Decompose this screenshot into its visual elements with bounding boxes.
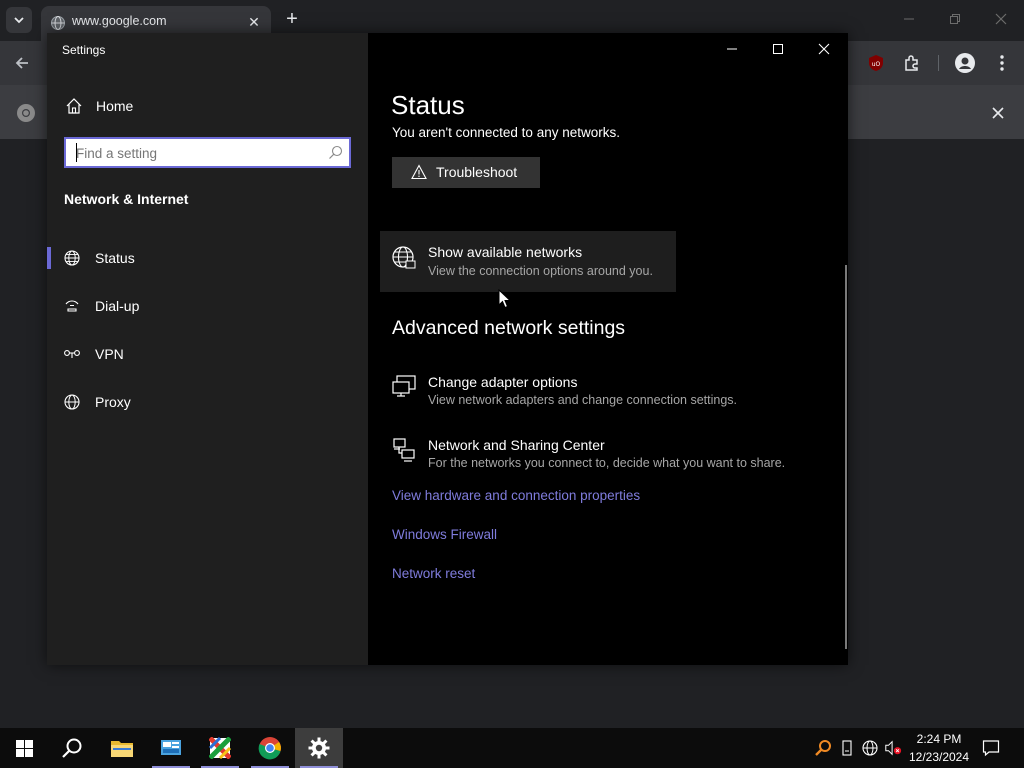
settings-window: Settings Home Network & Internet Status … bbox=[47, 33, 848, 665]
sidebar-item-label: VPN bbox=[95, 346, 124, 362]
change-adapter-subtitle: View network adapters and change connect… bbox=[428, 393, 737, 407]
chrome-logo-icon bbox=[14, 101, 38, 125]
troubleshoot-button[interactable]: Troubleshoot bbox=[392, 157, 540, 188]
home-label: Home bbox=[96, 98, 134, 114]
home-icon bbox=[66, 98, 82, 114]
show-networks-item[interactable]: Show available networks View the connect… bbox=[380, 231, 676, 292]
sidebar-item-label: Status bbox=[95, 250, 135, 266]
start-button[interactable] bbox=[0, 728, 48, 768]
browser-close-icon[interactable] bbox=[990, 8, 1012, 30]
hardware-properties-link[interactable]: View hardware and connection properties bbox=[392, 488, 640, 503]
adapter-monitor-icon bbox=[392, 375, 416, 397]
text-caret bbox=[76, 143, 77, 162]
mouse-cursor-icon bbox=[498, 289, 512, 309]
advanced-settings-heading: Advanced network settings bbox=[392, 317, 626, 339]
settings-taskbar-button[interactable] bbox=[295, 728, 343, 768]
control-panel-icon bbox=[161, 740, 181, 755]
page-title: Status bbox=[391, 90, 465, 120]
colorful-x-app-icon bbox=[209, 737, 231, 759]
troubleshoot-label: Troubleshoot bbox=[436, 164, 518, 180]
file-explorer-button[interactable] bbox=[98, 728, 146, 768]
network-reset-link[interactable]: Network reset bbox=[392, 566, 475, 581]
sidebar-item-dial-up[interactable]: Dial-up bbox=[47, 289, 368, 323]
change-adapter-title: Change adapter options bbox=[428, 374, 578, 390]
close-icon[interactable] bbox=[801, 37, 847, 61]
section-heading: Network & Internet bbox=[64, 191, 189, 207]
chrome-icon bbox=[258, 737, 281, 760]
scrollbar[interactable] bbox=[845, 265, 847, 649]
infobar-close-icon[interactable] bbox=[986, 101, 1010, 125]
app-x-button[interactable] bbox=[196, 728, 244, 768]
more-menu-icon[interactable] bbox=[990, 51, 1014, 75]
back-arrow-icon[interactable] bbox=[10, 51, 34, 75]
search-icon bbox=[62, 738, 82, 758]
settings-nav-pane: Settings Home Network & Internet Status … bbox=[47, 33, 368, 665]
globe-icon bbox=[64, 250, 80, 266]
chevron-down-icon bbox=[14, 17, 24, 24]
volume-muted-icon[interactable] bbox=[884, 739, 902, 757]
extensions-puzzle-icon[interactable] bbox=[900, 51, 924, 75]
window-title: Settings bbox=[62, 43, 106, 57]
search-icon[interactable] bbox=[328, 145, 343, 160]
home-nav-item[interactable]: Home bbox=[47, 93, 368, 121]
clock-time: 2:24 PM bbox=[916, 732, 962, 746]
sidebar-item-label: Proxy bbox=[95, 394, 131, 410]
sharing-center-title: Network and Sharing Center bbox=[428, 437, 605, 453]
chrome-button[interactable] bbox=[246, 728, 294, 768]
globe-favicon-icon bbox=[51, 16, 65, 30]
tab-close-icon[interactable]: ✕ bbox=[245, 13, 263, 31]
tab-title: www.google.com bbox=[72, 14, 167, 28]
gear-icon bbox=[308, 737, 330, 759]
vpn-icon bbox=[64, 350, 80, 358]
tab-search-button[interactable] bbox=[6, 7, 32, 33]
device-tray-icon[interactable] bbox=[838, 739, 856, 757]
windows-firewall-link[interactable]: Windows Firewall bbox=[392, 527, 497, 542]
sidebar-item-label: Dial-up bbox=[95, 298, 140, 314]
search-button[interactable] bbox=[48, 728, 96, 768]
browser-restore-icon[interactable] bbox=[944, 8, 966, 30]
svg-text:uO: uO bbox=[872, 61, 881, 68]
ublock-extension-icon[interactable]: uO bbox=[864, 51, 888, 75]
sharing-center-icon bbox=[393, 438, 415, 462]
notifications-icon[interactable] bbox=[982, 739, 1000, 757]
show-networks-title: Show available networks bbox=[428, 244, 583, 260]
search-input[interactable] bbox=[76, 144, 316, 162]
warning-icon bbox=[411, 164, 427, 180]
network-sharing-center-item[interactable]: Network and Sharing Center For the netwo… bbox=[380, 432, 840, 480]
settings-content-pane: Status You aren't connected to any netwo… bbox=[368, 33, 848, 665]
sharing-center-subtitle: For the networks you connect to, decide … bbox=[428, 456, 786, 470]
new-tab-button[interactable]: + bbox=[282, 9, 302, 29]
folder-icon bbox=[111, 741, 133, 757]
sidebar-item-vpn[interactable]: VPN bbox=[47, 337, 368, 371]
selection-indicator bbox=[47, 247, 51, 269]
network-globe-icon bbox=[392, 246, 416, 269]
search-box[interactable] bbox=[64, 137, 351, 168]
globe-icon bbox=[64, 394, 80, 410]
search-tray-icon[interactable] bbox=[814, 739, 832, 757]
control-panel-button[interactable] bbox=[147, 728, 195, 768]
change-adapter-options-item[interactable]: Change adapter options View network adap… bbox=[380, 369, 820, 417]
toolbar-divider bbox=[938, 55, 939, 71]
maximize-icon[interactable] bbox=[755, 37, 801, 61]
clock-date: 12/23/2024 bbox=[908, 750, 970, 764]
profile-avatar-icon[interactable] bbox=[953, 51, 977, 75]
browser-minimize-icon[interactable] bbox=[898, 8, 920, 30]
windows-logo-icon bbox=[15, 739, 33, 757]
connection-status-text: You aren't connected to any networks. bbox=[392, 125, 620, 140]
dialup-icon bbox=[65, 300, 79, 312]
minimize-icon[interactable] bbox=[709, 37, 755, 61]
network-globe-tray-icon[interactable] bbox=[861, 739, 879, 757]
taskbar: 2:24 PM 12/23/2024 bbox=[0, 728, 1024, 768]
show-networks-subtitle: View the connection options around you. bbox=[428, 264, 653, 278]
sidebar-item-proxy[interactable]: Proxy bbox=[47, 385, 368, 419]
system-clock[interactable]: 2:24 PM 12/23/2024 bbox=[902, 730, 976, 766]
sidebar-item-status[interactable]: Status bbox=[47, 241, 368, 275]
